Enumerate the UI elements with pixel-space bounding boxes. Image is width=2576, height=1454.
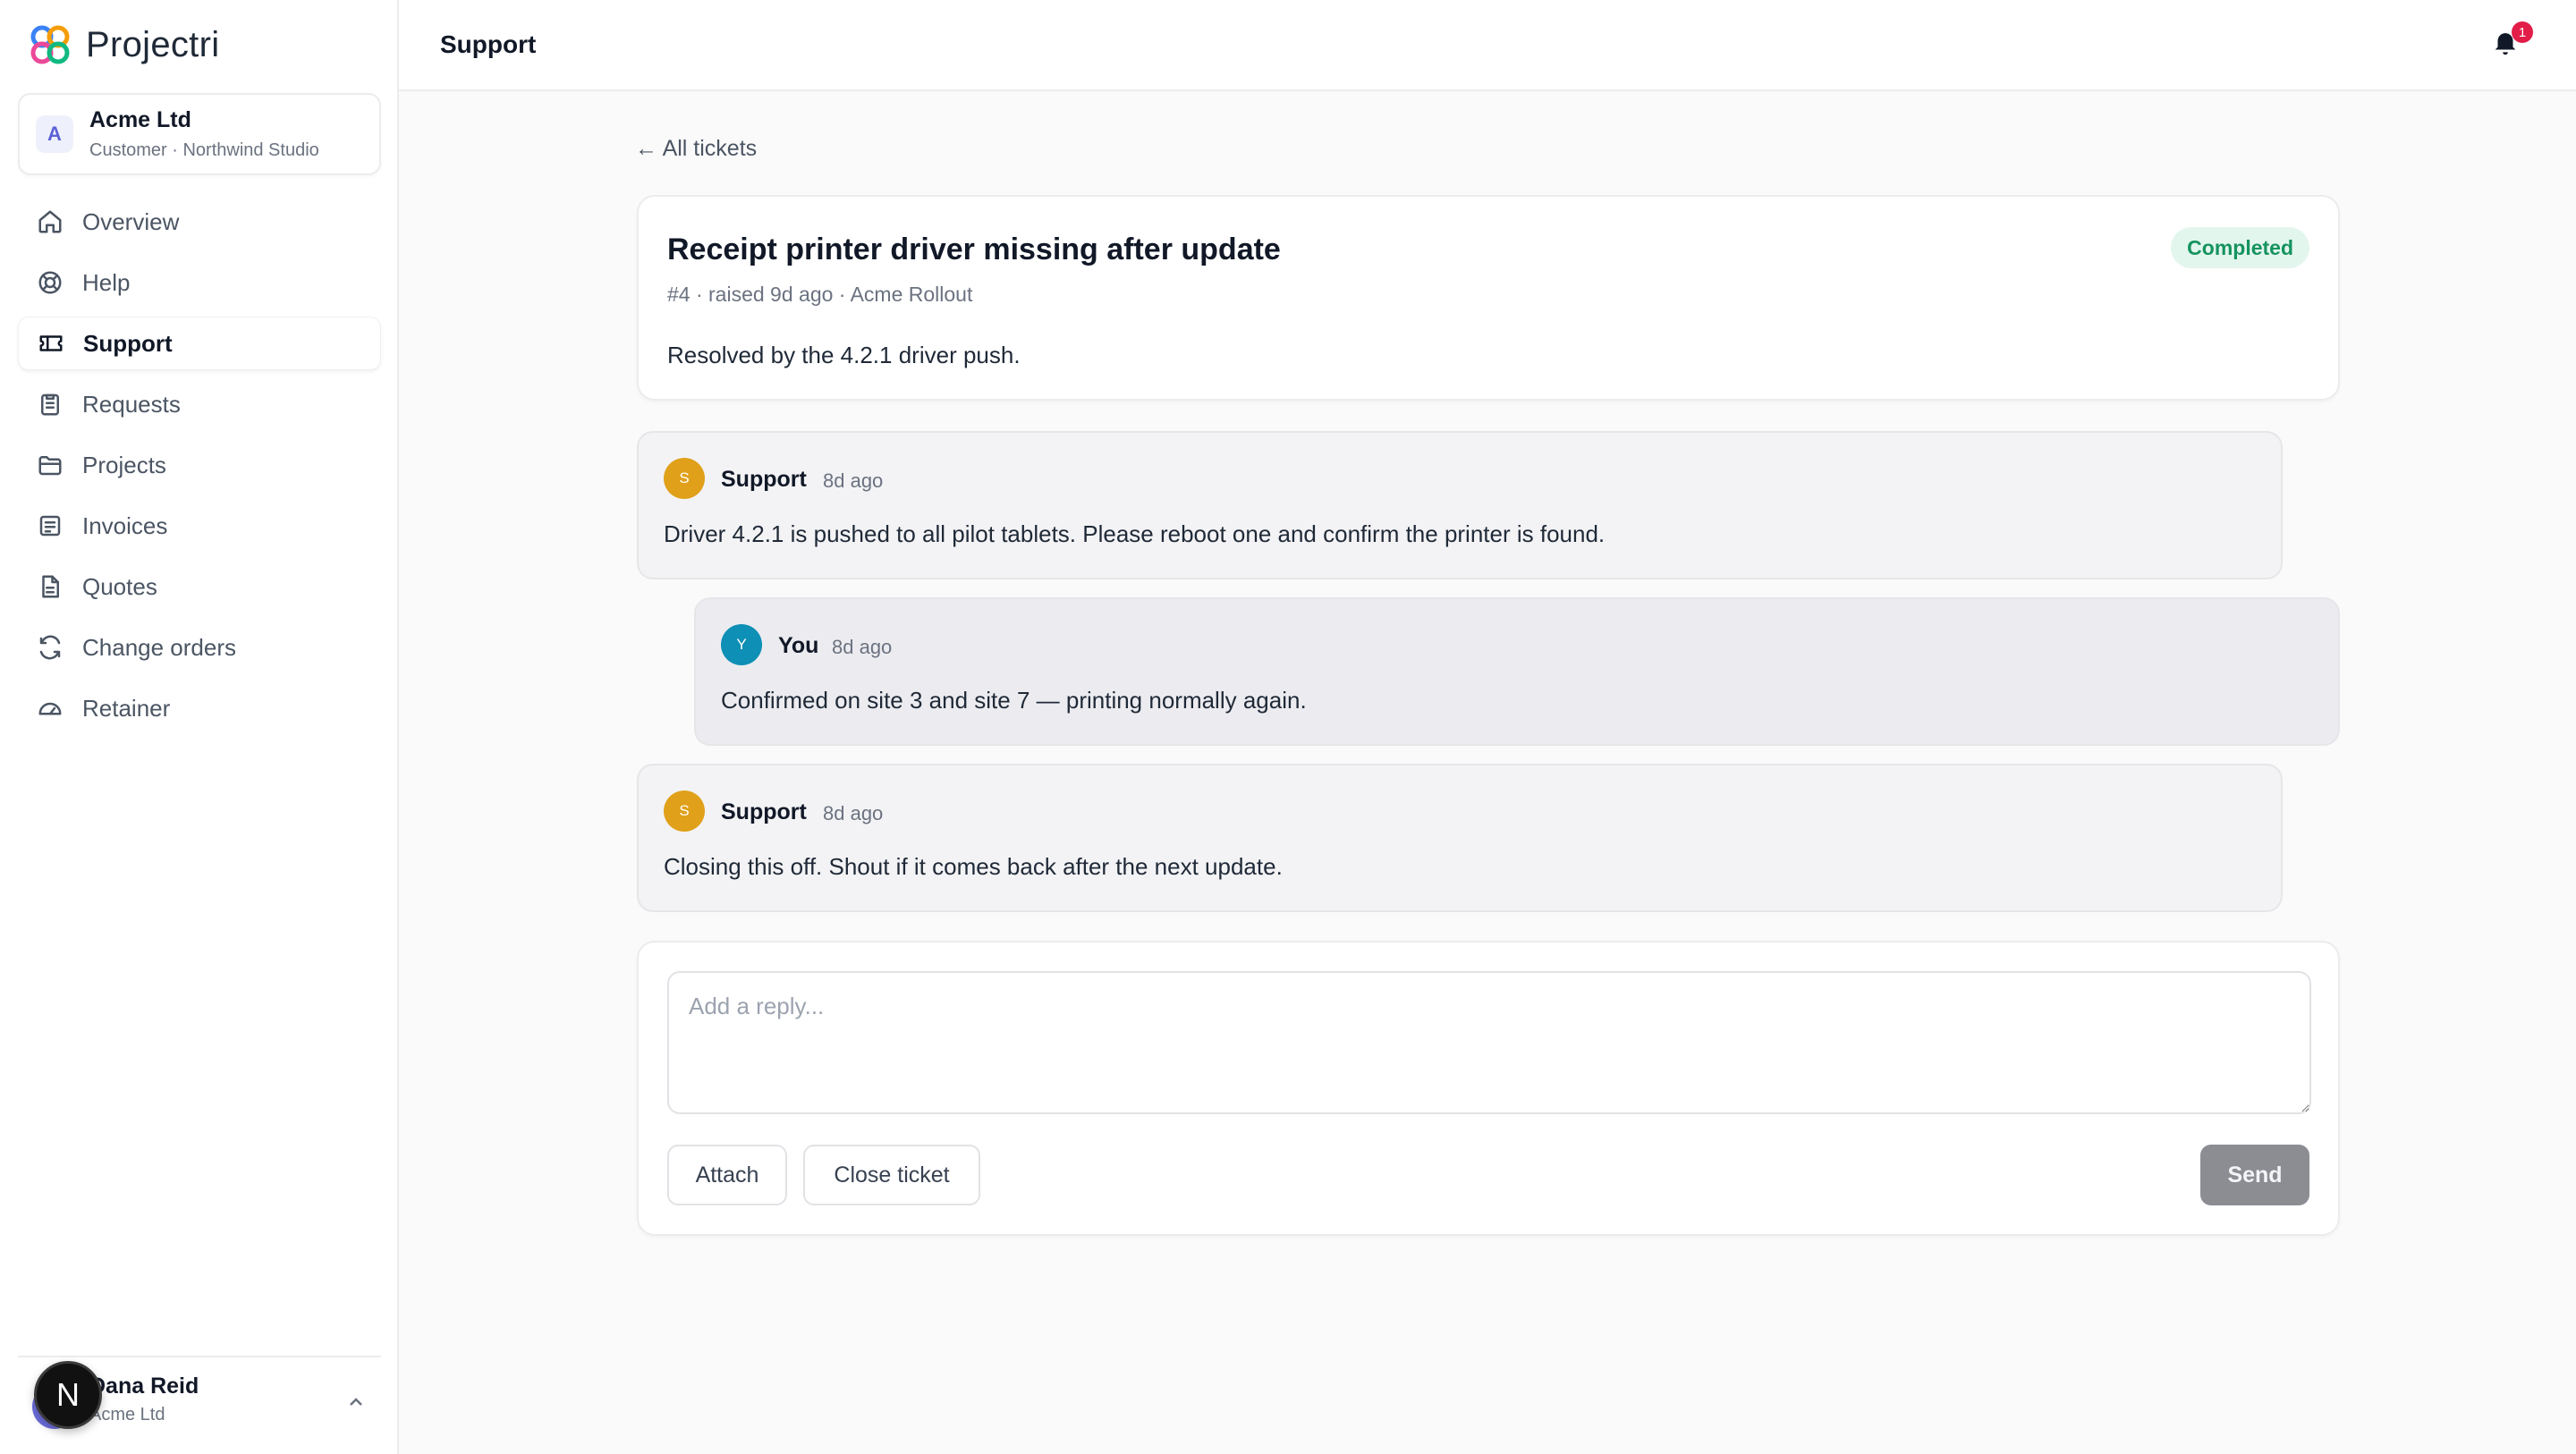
sidebar-item-label: Retainer xyxy=(82,694,171,722)
message-author: Support xyxy=(721,799,807,824)
ticket-title: Receipt printer driver missing after upd… xyxy=(667,232,1281,266)
ticket-description: Resolved by the 4.2.1 driver push. xyxy=(667,342,1021,368)
sidebar-item-overview[interactable]: Overview xyxy=(18,195,381,249)
message-time: 8d ago xyxy=(832,636,893,658)
lifebuoy-icon xyxy=(36,268,64,297)
refresh-icon xyxy=(36,633,64,662)
message-you: Y You 8d ago Confirmed on site 3 and sit… xyxy=(694,597,2340,746)
message-author: Support xyxy=(721,467,807,492)
dev-tools-badge[interactable]: N xyxy=(34,1361,102,1429)
app-logo[interactable]: Projectri xyxy=(27,21,219,68)
org-name: Acme Ltd xyxy=(89,107,191,132)
attach-button[interactable]: Attach xyxy=(667,1145,787,1205)
sidebar-item-quotes[interactable]: Quotes xyxy=(18,560,381,613)
message-body: Closing this off. Shout if it comes back… xyxy=(664,853,1283,880)
status-badge: Completed xyxy=(2171,227,2309,268)
ticket-summary-card: Receipt printer driver missing after upd… xyxy=(637,195,2340,401)
clipboard-icon xyxy=(36,390,64,418)
sidebar-item-projects[interactable]: Projects xyxy=(18,438,381,492)
avatar: S xyxy=(664,790,705,832)
sidebar-nav: Overview Help Support Requests Projects … xyxy=(18,195,381,742)
user-org: Acme Ltd xyxy=(89,1405,165,1424)
user-name: Dana Reid xyxy=(89,1374,199,1399)
notification-count-badge: 1 xyxy=(2512,21,2533,43)
sidebar: Projectri A Acme Ltd Customer · Northwin… xyxy=(0,0,399,1454)
reply-composer: Attach Close ticket Send xyxy=(637,941,2340,1236)
app-name: Projectri xyxy=(86,24,220,64)
ticket-icon xyxy=(37,329,65,358)
message-body: Confirmed on site 3 and site 7 — printin… xyxy=(721,687,1307,714)
message-body: Driver 4.2.1 is pushed to all pilot tabl… xyxy=(664,520,1606,547)
sidebar-item-invoices[interactable]: Invoices xyxy=(18,499,381,553)
divider xyxy=(18,1356,381,1357)
org-switcher[interactable]: A Acme Ltd Customer · Northwind Studio xyxy=(18,93,381,175)
logo-icon xyxy=(27,21,73,68)
top-bar: Support 1 xyxy=(399,0,2576,91)
sidebar-item-label: Support xyxy=(83,329,173,357)
page-title: Support xyxy=(440,30,537,58)
send-button[interactable]: Send xyxy=(2200,1145,2309,1205)
reply-input[interactable] xyxy=(667,971,2311,1114)
message-support-2: S Support 8d ago Closing this off. Shout… xyxy=(637,764,2283,912)
sidebar-item-label: Quotes xyxy=(82,572,157,600)
ticket-meta: #4 · raised 9d ago · Acme Rollout xyxy=(667,283,973,306)
gauge-icon xyxy=(36,694,64,723)
sidebar-item-label: Projects xyxy=(82,451,166,478)
sidebar-item-label: Requests xyxy=(82,390,181,418)
receipt-icon xyxy=(36,511,64,540)
user-menu[interactable]: Dana Reid Acme Ltd N xyxy=(18,1359,381,1449)
notifications-button[interactable]: 1 xyxy=(2490,21,2533,63)
home-icon xyxy=(36,207,64,236)
sidebar-item-change-orders[interactable]: Change orders xyxy=(18,621,381,674)
close-ticket-button[interactable]: Close ticket xyxy=(803,1145,980,1205)
org-subtitle: Customer · Northwind Studio xyxy=(89,140,319,160)
back-to-tickets-link[interactable]: ← All tickets xyxy=(635,136,757,162)
sidebar-item-label: Invoices xyxy=(82,511,168,539)
avatar: Y xyxy=(721,624,762,665)
sidebar-item-support[interactable]: Support xyxy=(18,317,381,370)
sidebar-item-help[interactable]: Help xyxy=(18,256,381,309)
org-avatar: A xyxy=(36,115,73,153)
message-time: 8d ago xyxy=(823,469,884,492)
document-icon xyxy=(36,572,64,601)
folder-icon xyxy=(36,451,64,479)
sidebar-item-label: Overview xyxy=(82,207,180,235)
sidebar-item-requests[interactable]: Requests xyxy=(18,377,381,431)
sidebar-item-label: Help xyxy=(82,268,131,296)
message-support-1: S Support 8d ago Driver 4.2.1 is pushed … xyxy=(637,431,2283,579)
chevron-up-icon xyxy=(345,1391,367,1413)
message-time: 8d ago xyxy=(823,802,884,824)
avatar: S xyxy=(664,458,705,499)
message-author: You xyxy=(778,633,819,658)
sidebar-item-retainer[interactable]: Retainer xyxy=(18,681,381,735)
sidebar-item-label: Change orders xyxy=(82,633,236,661)
